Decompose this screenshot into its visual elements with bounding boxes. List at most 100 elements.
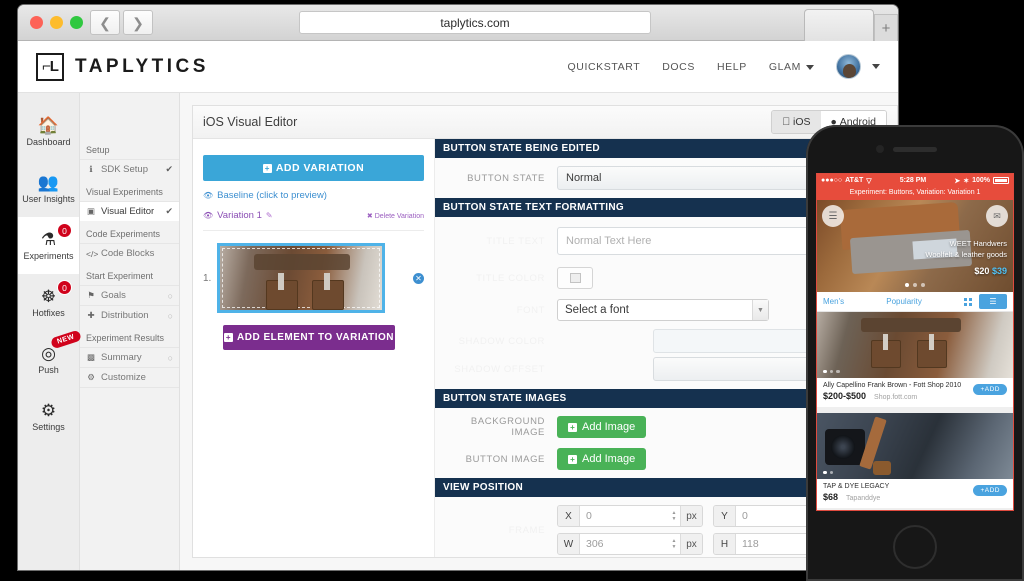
grid-icon[interactable] bbox=[963, 297, 972, 306]
baseline-label[interactable]: Baseline (click to preview) bbox=[217, 190, 327, 201]
page-title: iOS Visual Editor bbox=[203, 115, 298, 129]
variation-row[interactable]: 👁 Variation 1 ✎ ✖ Delete Variation bbox=[203, 210, 424, 221]
hamburger-menu-icon[interactable]: ☰ bbox=[822, 205, 844, 227]
forward-button[interactable]: ❯ bbox=[123, 10, 153, 35]
user-menu[interactable] bbox=[836, 54, 880, 79]
thumb-part bbox=[278, 273, 284, 290]
title-color-label: TITLE COLOR bbox=[476, 272, 545, 284]
avatar[interactable] bbox=[836, 54, 861, 79]
gears-icon: ⚙ bbox=[40, 400, 57, 420]
frame-w-value[interactable]: 306 bbox=[580, 534, 668, 554]
screenshot-stage: ❮ ❯ taplytics.com + ⌐L TAPLYTICS QUICKST… bbox=[0, 0, 1024, 581]
nav-docs[interactable]: DOCS bbox=[662, 61, 695, 73]
shadow-color-label: SHADOW COLOR bbox=[458, 335, 545, 347]
nav-help[interactable]: HELP bbox=[717, 61, 747, 73]
add-button-image-button[interactable]: + Add Image bbox=[557, 448, 647, 470]
phone-camera-icon bbox=[876, 145, 884, 153]
nav-glam[interactable]: GLAM bbox=[769, 61, 814, 73]
product-card[interactable]: TAP & DYE LEGACY $68 Tapanddye +ADD bbox=[817, 413, 1013, 510]
maximize-window-button[interactable] bbox=[70, 16, 83, 29]
plus-icon: + bbox=[224, 332, 233, 342]
submenu-item-goals[interactable]: ⚑ Goals ○ bbox=[80, 285, 179, 305]
add-variation-button[interactable]: + ADD VARIATION bbox=[203, 155, 424, 181]
baseline-row[interactable]: 👁 Baseline (click to preview) bbox=[203, 190, 424, 201]
battery-icon bbox=[993, 177, 1009, 184]
browser-tab[interactable] bbox=[804, 9, 874, 41]
font-select[interactable]: Select a font ▼ bbox=[557, 299, 769, 321]
sidebar-item-settings[interactable]: ⚙ Settings bbox=[18, 388, 79, 445]
status-check-icon: ✔ bbox=[165, 164, 173, 174]
sidebar-rail: 🏠 Dashboard 👥 User Insights 0 ⚗ Experime… bbox=[18, 93, 82, 570]
submenu-item-sdk-setup[interactable]: ℹ SDK Setup ✔ bbox=[80, 159, 179, 179]
brand-name: TAPLYTICS bbox=[75, 55, 209, 77]
carousel-dots[interactable] bbox=[905, 283, 925, 287]
frame-w[interactable]: W 306 ▲ ▼ px bbox=[557, 533, 703, 555]
filter-sort[interactable]: Popularity bbox=[886, 297, 922, 306]
frame-x-value[interactable]: 0 bbox=[580, 506, 668, 526]
product-card[interactable]: Ally Capellino Frank Brown - Fott Shop 2… bbox=[817, 312, 1013, 413]
sidebar-item-user-insights[interactable]: 👥 User Insights bbox=[18, 160, 79, 217]
mail-icon[interactable]: ✉ bbox=[986, 205, 1008, 227]
image-icon: ▣ bbox=[86, 206, 96, 216]
back-button[interactable]: ❮ bbox=[90, 10, 120, 35]
new-tab-button[interactable]: + bbox=[874, 14, 898, 41]
sidebar-item-hotfixes[interactable]: 0 ☸ Hotfixes bbox=[18, 274, 79, 331]
submenu-group-title: Visual Experiments bbox=[86, 187, 163, 197]
carousel-dots[interactable] bbox=[823, 369, 840, 373]
sidebar-item-experiments[interactable]: 0 ⚗ Experiments bbox=[18, 217, 79, 274]
delete-variation-button[interactable]: ✖ Delete Variation bbox=[367, 212, 424, 220]
phone-home-button[interactable] bbox=[893, 525, 937, 569]
add-background-image-button[interactable]: + Add Image bbox=[557, 416, 647, 438]
minimize-window-button[interactable] bbox=[50, 16, 63, 29]
tab-ios[interactable]:  iOS bbox=[772, 111, 821, 133]
remove-element-icon[interactable]: ✕ bbox=[413, 272, 424, 284]
add-element-button[interactable]: + ADD ELEMENT TO VARIATION bbox=[223, 325, 395, 350]
nav-quickstart[interactable]: QUICKSTART bbox=[568, 61, 641, 73]
title-text-label: TITLE TEXT bbox=[486, 235, 545, 247]
submenu-item-label: Customize bbox=[101, 372, 146, 383]
add-to-list-button[interactable]: +ADD bbox=[973, 485, 1007, 496]
hero-price-value: $20 bbox=[974, 266, 990, 276]
plus-icon: + bbox=[262, 163, 272, 173]
phone-status-bar: ●●●○○ AT&T ▽ 5:28 PM ➤ ✶ 100% bbox=[817, 174, 1013, 187]
brand-logo[interactable]: ⌐L TAPLYTICS bbox=[36, 52, 209, 81]
window-controls[interactable] bbox=[30, 16, 83, 29]
pencil-icon[interactable]: ✎ bbox=[266, 211, 273, 220]
add-to-list-button[interactable]: +ADD bbox=[973, 384, 1007, 395]
button-image-label: BUTTON IMAGE bbox=[465, 453, 545, 465]
experiments-badge: 0 bbox=[57, 223, 72, 238]
status-circle-icon: ○ bbox=[167, 352, 173, 363]
element-thumbnail[interactable] bbox=[217, 243, 385, 313]
plus-icon: + bbox=[568, 422, 577, 432]
submenu-item-label: Distribution bbox=[101, 310, 149, 321]
variations-column: + ADD VARIATION 👁 Baseline (click to prev… bbox=[193, 139, 435, 557]
product-source: Shop.fott.com bbox=[874, 394, 918, 401]
submenu-item-summary[interactable]: ▩ Summary ○ bbox=[80, 347, 179, 367]
hero-banner[interactable]: ☰ ✉ WEET Handwers Woolfelt & leather goo… bbox=[817, 200, 1013, 292]
list-icon[interactable]: ☰ bbox=[978, 294, 1007, 309]
stepper-icon[interactable]: ▲ ▼ bbox=[668, 534, 680, 554]
submenu-item-customize[interactable]: ⚙ Customize bbox=[80, 367, 179, 388]
title-color-picker[interactable] bbox=[557, 267, 593, 289]
chevron-down-icon: ▼ bbox=[752, 300, 768, 320]
sidebar-item-label: Experiments bbox=[23, 250, 74, 261]
carousel-dots[interactable] bbox=[823, 470, 833, 474]
close-window-button[interactable] bbox=[30, 16, 43, 29]
frame-h-key: H bbox=[714, 534, 736, 554]
app-header: ⌐L TAPLYTICS QUICKSTART DOCS HELP GLAM bbox=[18, 41, 898, 93]
browser-nav-buttons[interactable]: ❮ ❯ bbox=[90, 10, 153, 35]
home-icon: 🏠 bbox=[37, 115, 60, 135]
stepper-icon[interactable]: ▲ ▼ bbox=[668, 506, 680, 526]
variation-label[interactable]: Variation 1 bbox=[217, 210, 262, 221]
submenu-item-code-blocks[interactable]: </> Code Blocks bbox=[80, 243, 179, 263]
sidebar-item-dashboard[interactable]: 🏠 Dashboard bbox=[18, 103, 79, 160]
submenu-item-visual-editor[interactable]: ▣ Visual Editor ✔ bbox=[80, 201, 179, 221]
submenu-item-distribution[interactable]: ✚ Distribution ○ bbox=[80, 305, 179, 325]
sidebar-item-push[interactable]: NEW ◎ Push bbox=[18, 329, 82, 388]
frame-y-key: Y bbox=[714, 506, 736, 526]
filter-gender[interactable]: Men's bbox=[823, 297, 844, 306]
frame-x[interactable]: X 0 ▲ ▼ px bbox=[557, 505, 703, 527]
frame-x-unit: px bbox=[680, 506, 702, 526]
address-bar[interactable]: taplytics.com bbox=[299, 11, 651, 34]
submenu-item-label: Code Blocks bbox=[101, 248, 155, 259]
